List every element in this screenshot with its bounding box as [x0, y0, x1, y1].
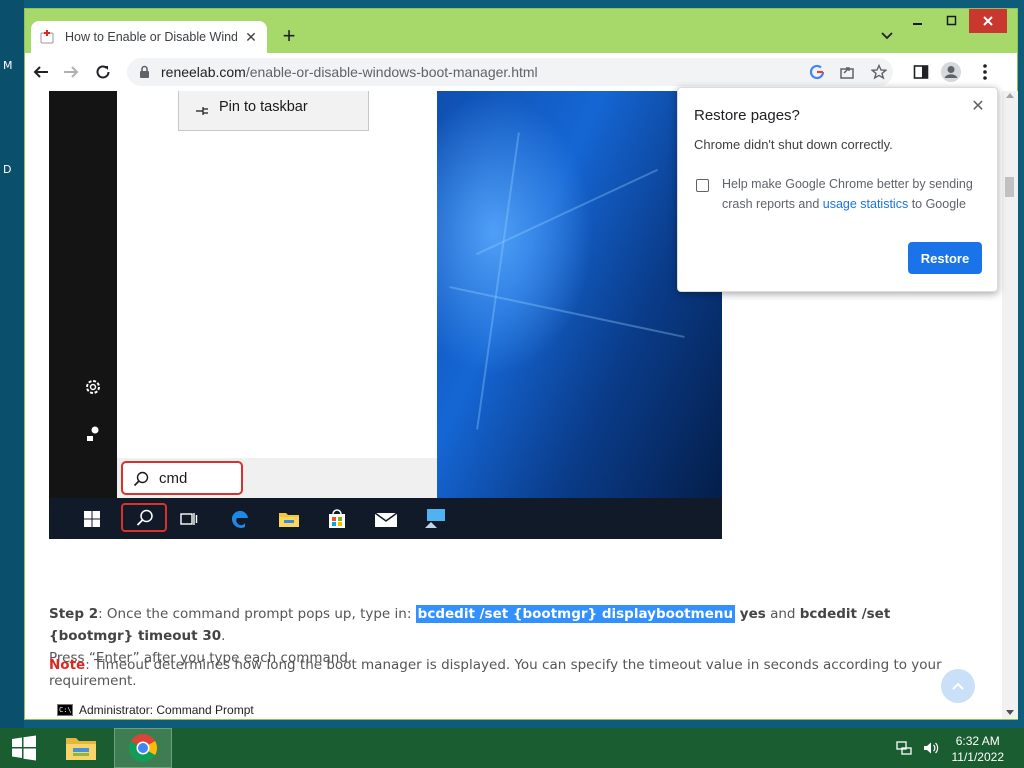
clock-time: 6:32 AM — [955, 734, 1000, 748]
forward-arrow-icon[interactable] — [59, 60, 83, 84]
folder-icon — [66, 738, 96, 760]
windows-logo-icon — [80, 507, 104, 531]
settings-gear-icon — [83, 377, 103, 397]
cmd-search-text: cmd — [159, 470, 188, 487]
chrome-icon — [129, 734, 157, 762]
restore-button[interactable]: Restore — [908, 242, 982, 274]
file-explorer-icon — [277, 507, 301, 531]
clock-date: 11/1/2022 — [951, 750, 1005, 764]
share-icon[interactable] — [837, 62, 857, 82]
taskbar-file-explorer[interactable] — [52, 728, 110, 768]
edge-icon — [228, 507, 252, 531]
tab-search-chevron-icon[interactable] — [877, 25, 897, 45]
taskbar-search-icon — [136, 509, 154, 532]
address-bar[interactable]: reneelab.com/enable-or-disable-windows-b… — [127, 58, 893, 86]
maximize-button[interactable] — [937, 9, 967, 33]
new-tab-button[interactable]: + — [277, 25, 301, 49]
system-clock[interactable]: 6:32 AM 11/1/2022 — [952, 733, 1005, 765]
and-text: and — [765, 606, 800, 622]
note-body: : Timeout determines how long the boot m… — [49, 657, 942, 689]
article-screenshot: Pin to taskbar cmd — [49, 91, 722, 539]
lock-icon[interactable] — [139, 65, 150, 84]
step-intro: : Once the command prompt pops up, type … — [98, 606, 416, 622]
note-paragraph: Note: Timeout determines how long the bo… — [49, 657, 969, 689]
pin-to-taskbar-label: Pin to taskbar — [219, 99, 308, 115]
tab-strip: How to Enable or Disable Windows Boot Ma… — [25, 9, 1017, 53]
tab-active[interactable]: How to Enable or Disable Windows Boot Ma… — [31, 21, 267, 53]
url-text[interactable]: reneelab.com/enable-or-disable-windows-b… — [161, 64, 538, 80]
restore-pages-dialog: ✕ Restore pages? Chrome didn't shut down… — [677, 87, 998, 292]
tab-title: How to Enable or Disable Windows Boot Ma… — [65, 30, 237, 44]
store-icon — [325, 507, 349, 531]
user-icon — [83, 424, 103, 444]
dialog-message: Chrome didn't shut down correctly. — [694, 137, 893, 152]
scroll-up-arrow-icon[interactable] — [1006, 93, 1014, 98]
site-favicon-icon — [39, 29, 55, 45]
selected-command[interactable]: bcdedit /set {bootmgr} displaybootmenu — [415, 605, 736, 623]
back-arrow-icon[interactable] — [29, 60, 53, 84]
crash-report-checkbox[interactable] — [696, 179, 709, 192]
task-view-icon — [177, 507, 201, 531]
desktop-icon-label-m: M — [3, 59, 13, 72]
start-rail — [49, 91, 117, 498]
dialog-title: Restore pages? — [694, 107, 800, 124]
profile-avatar-icon[interactable] — [939, 60, 963, 84]
cmd-caption-text: Administrator: Command Prompt — [79, 703, 254, 717]
desktop-edge: M D — [0, 0, 24, 728]
scroll-thumb[interactable] — [1005, 177, 1014, 197]
note-label: Note — [49, 657, 86, 673]
taskbar-search-highlight — [121, 503, 167, 532]
reload-icon[interactable] — [91, 60, 115, 84]
menu-kebab-icon[interactable] — [973, 60, 997, 84]
command-tail: yes — [735, 606, 766, 622]
taskbar-chrome[interactable] — [114, 728, 172, 768]
window-close-button[interactable] — [969, 9, 1007, 33]
network-icon[interactable] — [896, 728, 912, 768]
context-menu: Pin to taskbar — [178, 91, 369, 131]
remote-desktop-icon — [423, 507, 447, 531]
browser-toolbar: reneelab.com/enable-or-disable-windows-b… — [25, 53, 1017, 91]
pin-icon — [195, 103, 209, 121]
cmd-search-box-highlight: cmd — [121, 461, 243, 495]
tab-close-icon[interactable]: ✕ — [243, 29, 259, 46]
desktop-icon-label-d: D — [3, 163, 12, 176]
start-menu-panel — [117, 91, 437, 498]
mail-icon — [374, 507, 398, 531]
minimize-button[interactable] — [903, 9, 933, 33]
screenshot-taskbar — [49, 498, 722, 539]
scroll-to-top-button[interactable] — [941, 669, 975, 703]
windows-taskbar: 6:32 AM 11/1/2022 — [0, 728, 1024, 768]
side-panel-icon[interactable] — [909, 60, 933, 84]
page-scrollbar[interactable] — [1002, 91, 1018, 719]
start-button[interactable] — [0, 728, 48, 768]
dialog-close-icon[interactable]: ✕ — [969, 96, 987, 116]
chrome-window: How to Enable or Disable Windows Boot Ma… — [24, 8, 1018, 720]
google-lens-icon[interactable] — [807, 62, 827, 82]
command-prompt-icon: C:\ — [57, 704, 73, 716]
usage-statistics-link[interactable]: usage statistics — [823, 197, 908, 211]
period-text: . — [221, 628, 226, 644]
scroll-down-arrow-icon[interactable] — [1006, 710, 1014, 715]
magnifier-icon — [133, 471, 149, 492]
volume-icon[interactable] — [922, 728, 940, 768]
bookmark-star-icon[interactable] — [869, 62, 889, 82]
cmd-window-caption: C:\ Administrator: Command Prompt — [57, 703, 254, 717]
step-label: Step 2 — [49, 606, 99, 622]
crash-report-label: Help make Google Chrome better by sendin… — [722, 177, 973, 211]
